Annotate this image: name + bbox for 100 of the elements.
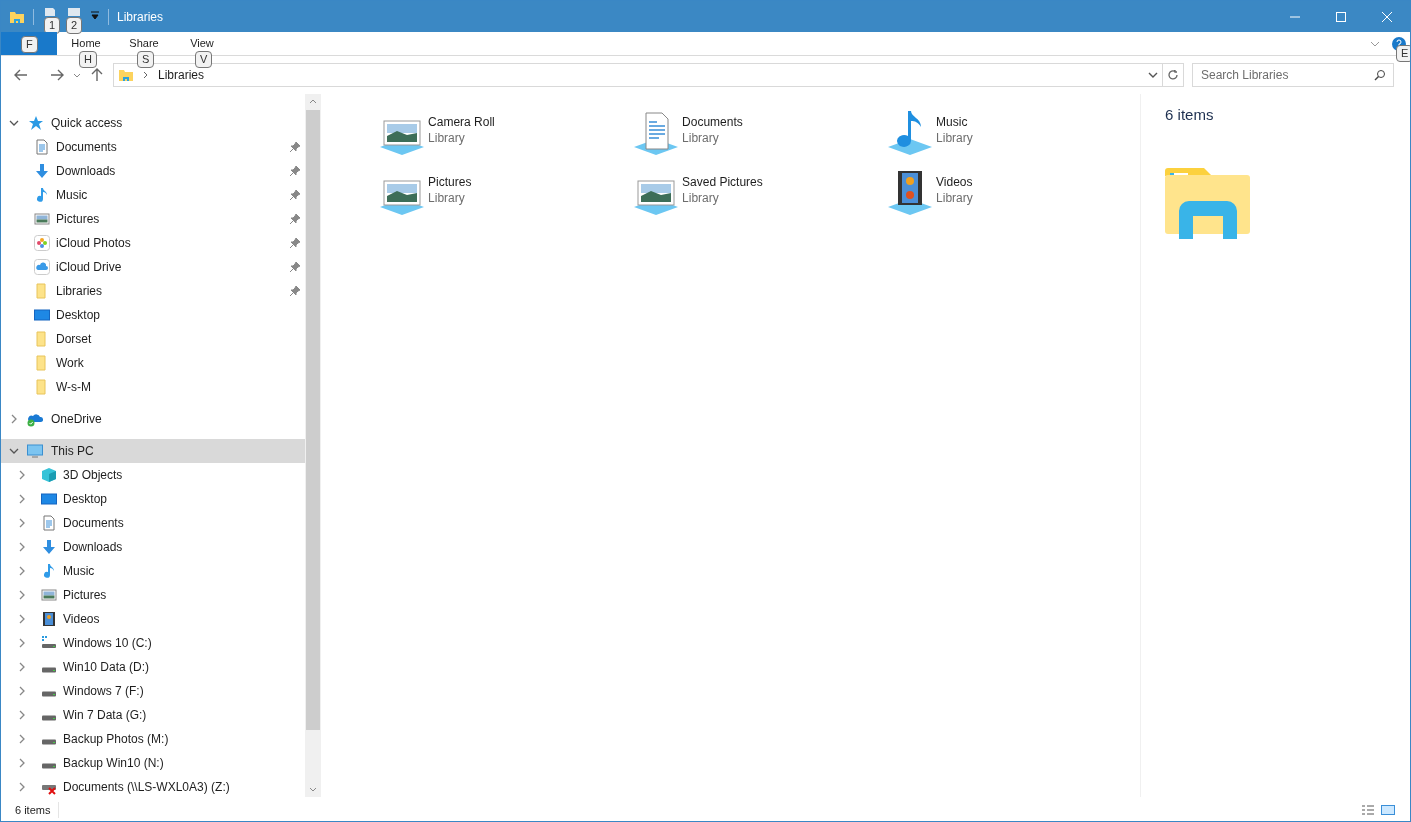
window-title: Libraries [117, 8, 164, 26]
navigation-item[interactable]: Quick access [1, 111, 306, 135]
new-folder-icon[interactable] [66, 8, 82, 16]
navigation-item[interactable]: Music [1, 559, 306, 583]
navigation-item[interactable]: Desktop [1, 487, 306, 511]
navigation-item[interactable]: Documents [1, 135, 306, 159]
document-icon [34, 139, 50, 155]
large-icons-view-icon[interactable] [1380, 802, 1396, 818]
drive-icon [41, 739, 57, 745]
library-tile[interactable]: Saved Pictures Library [632, 169, 887, 217]
ribbon-tab[interactable]: Share [125, 37, 163, 50]
chevron-down-icon[interactable] [9, 118, 19, 128]
navigation-item[interactable]: Win 7 Data (G:) [1, 703, 306, 727]
pin-icon[interactable] [289, 189, 302, 201]
chevron-right-icon[interactable] [9, 414, 19, 424]
scrollbar[interactable] [305, 94, 322, 797]
chevron-right-icon[interactable] [17, 494, 27, 504]
breadcrumb-separator-icon[interactable] [142, 71, 150, 79]
library-folder-icon [118, 67, 134, 83]
document-icon [41, 515, 57, 531]
ribbon-tab[interactable]: Home [67, 37, 105, 50]
pin-icon[interactable] [289, 261, 302, 273]
keytip: E [1396, 44, 1410, 62]
search-icon[interactable] [1374, 69, 1386, 81]
details-view-icon[interactable] [1360, 802, 1376, 818]
navigation-item[interactable]: Work [1, 351, 306, 375]
keytip: F [21, 36, 38, 53]
search-field[interactable]: Search Libraries [1192, 63, 1394, 87]
pin-icon[interactable] [289, 141, 302, 153]
scroll-up-icon[interactable] [309, 98, 318, 106]
chevron-right-icon[interactable] [17, 590, 27, 600]
ribbon-tab[interactable]: View [186, 37, 218, 50]
chevron-right-icon[interactable] [17, 470, 27, 480]
chevron-right-icon[interactable] [17, 734, 27, 744]
chevron-right-icon[interactable] [17, 542, 27, 552]
film-icon [41, 611, 57, 627]
back-arrow-icon[interactable] [13, 67, 29, 83]
chevron-right-icon[interactable] [17, 686, 27, 696]
recent-dropdown-icon[interactable] [73, 71, 81, 79]
customize-dropdown-icon[interactable] [90, 10, 100, 20]
keytip: 1 [44, 17, 61, 34]
chevron-right-icon[interactable] [17, 782, 27, 792]
navigation-item[interactable]: Backup Win10 (N:) [1, 751, 306, 775]
chevron-right-icon[interactable] [17, 614, 27, 624]
navigation-item[interactable]: Pictures [1, 583, 306, 607]
navigation-item[interactable]: Downloads [1, 535, 306, 559]
navigation-item[interactable]: OneDrive [1, 407, 306, 431]
library-tile[interactable]: Videos Library [886, 169, 1141, 217]
navigation-item[interactable]: iCloud Drive [1, 255, 306, 279]
keytip: V [195, 51, 213, 68]
library-tile[interactable]: Pictures Library [378, 169, 633, 217]
navigation-item[interactable]: Documents [1, 511, 306, 535]
library-tile[interactable]: Music Library [886, 109, 1141, 157]
navigation-item[interactable]: This PC [1, 439, 306, 463]
monitor-icon [41, 491, 57, 507]
pin-icon[interactable] [289, 165, 302, 177]
scrollbar-thumb[interactable] [306, 110, 321, 730]
chevron-right-icon[interactable] [17, 566, 27, 576]
navigation-item[interactable]: Pictures [1, 207, 306, 231]
chevron-right-icon[interactable] [17, 518, 27, 528]
keytip: S [137, 51, 155, 68]
chevron-down-icon[interactable] [9, 446, 19, 456]
keytip: H [79, 51, 97, 68]
music-note-icon [34, 187, 50, 203]
breadcrumb[interactable]: Libraries [158, 66, 205, 84]
chevron-right-icon[interactable] [17, 758, 27, 768]
navigation-item[interactable]: W-s-M [1, 375, 306, 399]
chevron-right-icon[interactable] [17, 710, 27, 720]
keytip: 2 [66, 17, 83, 34]
drive-icon [41, 667, 57, 673]
pin-icon[interactable] [289, 213, 302, 225]
forward-arrow-icon[interactable] [49, 67, 65, 83]
pin-icon[interactable] [289, 237, 302, 249]
navigation-item[interactable]: Win10 Data (D:) [1, 655, 306, 679]
address-field[interactable]: Libraries [113, 63, 1184, 87]
cube-icon [41, 467, 57, 483]
minimize-icon [1289, 15, 1301, 18]
navigation-item[interactable]: Videos [1, 607, 306, 631]
navigation-item[interactable]: Downloads [1, 159, 306, 183]
navigation-item[interactable]: Libraries [1, 279, 306, 303]
navigation-item[interactable]: iCloud Photos [1, 231, 306, 255]
navigation-item[interactable]: Backup Photos (M:) [1, 727, 306, 751]
chevron-right-icon[interactable] [17, 662, 27, 672]
navigation-item[interactable]: Dorset [1, 327, 306, 351]
pin-icon[interactable] [289, 285, 302, 297]
drive-icon [41, 763, 57, 769]
address-dropdown-icon[interactable] [1148, 70, 1158, 80]
chevron-right-icon[interactable] [17, 638, 27, 648]
navigation-item[interactable]: Windows 7 (F:) [1, 679, 306, 703]
up-arrow-icon[interactable] [89, 67, 105, 83]
scroll-down-icon[interactable] [309, 785, 318, 793]
file-tab[interactable]: F [1, 32, 57, 55]
navigation-item[interactable]: 3D Objects [1, 463, 306, 487]
library-tile[interactable]: Camera Roll Library [378, 109, 633, 157]
navigation-item[interactable]: Desktop [1, 303, 306, 327]
navigation-item[interactable]: Documents (\\LS-WXL0A3) (Z:) [1, 775, 306, 799]
navigation-item[interactable]: Music [1, 183, 306, 207]
library-tile[interactable]: Documents Library [632, 109, 887, 157]
refresh-icon[interactable] [1167, 69, 1179, 81]
navigation-item[interactable]: Windows 10 (C:) [1, 631, 306, 655]
